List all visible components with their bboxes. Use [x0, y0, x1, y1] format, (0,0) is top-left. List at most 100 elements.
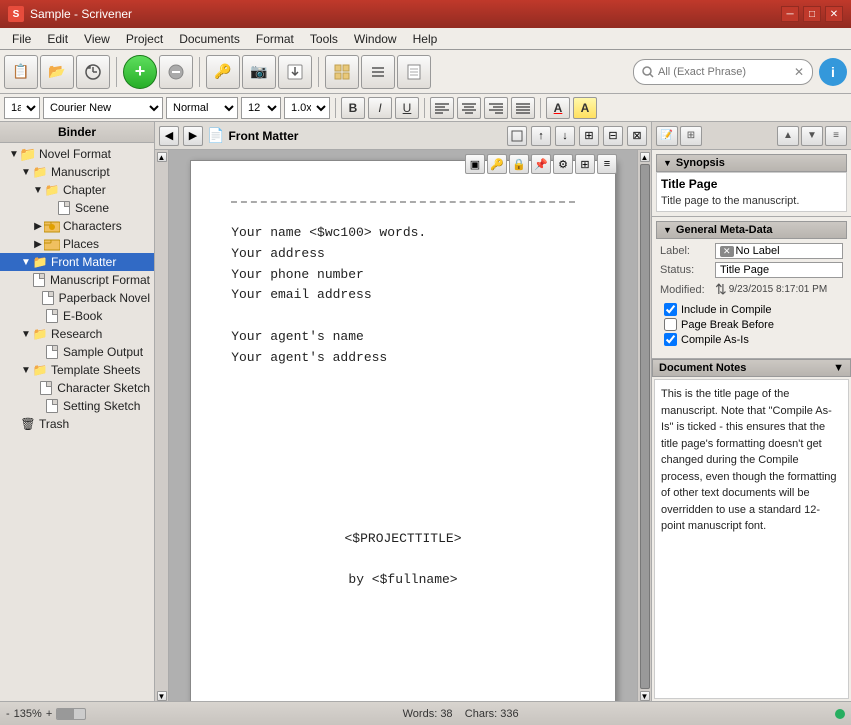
doc-notes-header[interactable]: Document Notes ▼ — [652, 359, 851, 377]
key-button[interactable]: 🔑 — [206, 55, 240, 89]
sidebar-item-novel-format[interactable]: ▼ 📁 Novel Format — [0, 145, 154, 163]
editor-scroll-area[interactable]: ▣ 🔑 🔒 📌 ⚙ ⊞ ≡ Your name <$wc100> words. … — [169, 150, 637, 701]
meta-header[interactable]: ▼ General Meta-Data — [656, 221, 847, 239]
underline-button[interactable]: U — [395, 97, 419, 119]
sidebar-item-setting-sketch[interactable]: Setting Sketch — [0, 397, 154, 415]
align-center-button[interactable] — [457, 97, 481, 119]
scroll-up-btn[interactable]: ▲ — [157, 152, 167, 162]
synopsis-header[interactable]: ▼ Synopsis — [656, 154, 847, 172]
compile-as-is-label[interactable]: Compile As-Is — [681, 334, 749, 346]
page-break-label[interactable]: Page Break Before — [681, 319, 774, 331]
menu-view[interactable]: View — [76, 30, 118, 48]
zoom-out-btn[interactable]: - — [6, 708, 10, 720]
close-button[interactable]: ✕ — [825, 6, 843, 22]
menu-help[interactable]: Help — [405, 30, 446, 48]
history-button[interactable] — [76, 55, 110, 89]
editor-overlay-btn-7[interactable]: ≡ — [597, 154, 617, 174]
zoom-in-btn[interactable]: + — [46, 708, 52, 720]
font-select[interactable]: Courier New — [43, 97, 163, 119]
menu-documents[interactable]: Documents — [171, 30, 248, 48]
rpanel-expand-btn[interactable]: ▼ — [801, 126, 823, 146]
menu-project[interactable]: Project — [118, 30, 171, 48]
sidebar-item-research[interactable]: ▼ 📁 Research — [0, 325, 154, 343]
spacing-select[interactable]: 1.0x — [284, 97, 330, 119]
align-left-button[interactable] — [430, 97, 454, 119]
align-right-button[interactable] — [484, 97, 508, 119]
scrivenings-button[interactable] — [397, 55, 431, 89]
rpanel-menu-btn[interactable]: ≡ — [825, 126, 847, 146]
sidebar-item-characters[interactable]: ▶ Characters — [0, 217, 154, 235]
sidebar-item-chapter[interactable]: ▼ 📁 Chapter — [0, 181, 154, 199]
search-clear-btn[interactable]: ✕ — [794, 65, 804, 79]
editor-view-btn-1[interactable] — [507, 126, 527, 146]
sidebar-item-paperback-novel[interactable]: Paperback Novel — [0, 289, 154, 307]
editor-view-btn-5[interactable]: ⊟ — [603, 126, 623, 146]
bold-button[interactable]: B — [341, 97, 365, 119]
sidebar-item-sample-output[interactable]: Sample Output — [0, 343, 154, 361]
sidebar-item-manuscript[interactable]: ▼ 📁 Manuscript — [0, 163, 154, 181]
maximize-button[interactable]: □ — [803, 6, 821, 22]
include-compile-label[interactable]: Include in Compile — [681, 304, 772, 316]
synopsis-text[interactable]: Title page to the manuscript. — [661, 195, 842, 207]
menu-edit[interactable]: Edit — [39, 30, 76, 48]
editor-overlay-btn-5[interactable]: ⚙ — [553, 154, 573, 174]
italic-button[interactable]: I — [368, 97, 392, 119]
corkboard-button[interactable] — [325, 55, 359, 89]
binder-button[interactable]: 📋 — [4, 55, 38, 89]
menu-format[interactable]: Format — [248, 30, 302, 48]
menu-file[interactable]: File — [4, 30, 39, 48]
editor-overlay-btn-1[interactable]: ▣ — [465, 154, 485, 174]
editor-overlay-btn-2[interactable]: 🔑 — [487, 154, 507, 174]
editor-overlay-btn-6[interactable]: ⊞ — [575, 154, 595, 174]
info-button[interactable]: i — [819, 58, 847, 86]
add-document-button[interactable]: + — [123, 55, 157, 89]
sidebar-item-trash[interactable]: 🗑 Trash — [0, 415, 154, 433]
style-select[interactable]: 1a — [4, 97, 40, 119]
menu-window[interactable]: Window — [346, 30, 405, 48]
import-button[interactable] — [278, 55, 312, 89]
search-input[interactable] — [658, 66, 794, 78]
snapshot-button[interactable]: 📷 — [242, 55, 276, 89]
sidebar-item-ebook[interactable]: E-Book — [0, 307, 154, 325]
right-scroll-up[interactable]: ▲ — [640, 152, 650, 162]
page-break-checkbox[interactable] — [664, 318, 677, 331]
sidebar-item-template-sheets[interactable]: ▼ 📁 Template Sheets — [0, 361, 154, 379]
label-clear-btn[interactable]: ✕ — [720, 246, 734, 257]
format-select[interactable]: Normal — [166, 97, 238, 119]
rpanel-collapse-btn[interactable]: ▲ — [777, 126, 799, 146]
sidebar-item-places[interactable]: ▶ Places — [0, 235, 154, 253]
scroll-down-btn[interactable]: ▼ — [157, 691, 167, 701]
sidebar-item-character-sketch[interactable]: Character Sketch — [0, 379, 154, 397]
size-select[interactable]: 12 — [241, 97, 281, 119]
minimize-button[interactable]: ─ — [781, 6, 799, 22]
sidebar-item-front-matter[interactable]: ▼ 📁 Front Matter — [0, 253, 154, 271]
editor-view-btn-6[interactable]: ⊠ — [627, 126, 647, 146]
sidebar-item-scene[interactable]: Scene — [0, 199, 154, 217]
align-justify-button[interactable] — [511, 97, 535, 119]
editor-overlay-btn-3[interactable]: 🔒 — [509, 154, 529, 174]
nav-back-button[interactable]: ◀ — [159, 126, 179, 146]
scroll-thumb[interactable] — [640, 164, 650, 689]
search-box[interactable]: ✕ — [633, 59, 813, 85]
status-field-value[interactable]: Title Page — [715, 262, 843, 278]
highlight-button[interactable]: A — [573, 97, 597, 119]
nav-forward-button[interactable]: ▶ — [183, 126, 203, 146]
right-scroll-down[interactable]: ▼ — [640, 691, 650, 701]
rpanel-btn-1[interactable]: 📝 — [656, 126, 678, 146]
editor-view-btn-3[interactable]: ↓ — [555, 126, 575, 146]
compile-as-is-checkbox[interactable] — [664, 333, 677, 346]
editor-view-btn-4[interactable]: ⊞ — [579, 126, 599, 146]
editor-overlay-btn-4[interactable]: 📌 — [531, 154, 551, 174]
label-field-value[interactable]: ✕ No Label — [715, 243, 843, 259]
menu-tools[interactable]: Tools — [302, 30, 346, 48]
sidebar-item-manuscript-format[interactable]: Manuscript Format — [0, 271, 154, 289]
include-compile-checkbox[interactable] — [664, 303, 677, 316]
outline-button[interactable] — [361, 55, 395, 89]
modified-icon[interactable]: ⇅ — [715, 281, 727, 298]
doc-notes-text[interactable]: This is the title page of the manuscript… — [654, 379, 849, 699]
zoom-slider[interactable] — [56, 708, 86, 720]
open-button[interactable]: 📂 — [40, 55, 74, 89]
text-color-button[interactable]: A — [546, 97, 570, 119]
remove-button[interactable] — [159, 55, 193, 89]
editor-view-btn-2[interactable]: ↑ — [531, 126, 551, 146]
